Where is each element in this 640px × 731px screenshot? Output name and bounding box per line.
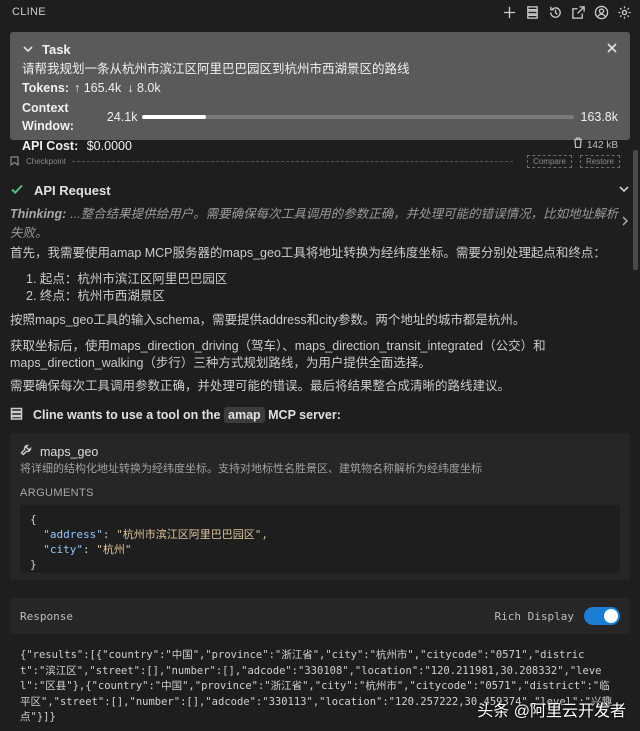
code-value: "杭州市滨江区阿里巴巴园区", — [116, 528, 268, 541]
gear-icon[interactable] — [616, 4, 632, 20]
history-icon[interactable] — [547, 4, 563, 20]
scrollbar[interactable] — [633, 150, 638, 270]
message-paragraph: 首先，我需要使用amap MCP服务器的maps_geo工具将地址转换为经纬度坐… — [10, 246, 606, 260]
context-window-row: Context Window: 24.1k 163.8k — [22, 99, 618, 135]
top-bar: CLINE — [0, 0, 640, 24]
task-header: Task — [42, 41, 71, 57]
message-paragraph: 获取坐标后，使用maps_direction_driving（驾车）、maps_… — [10, 339, 546, 353]
check-icon — [10, 182, 24, 199]
list-item: 2. 终点：杭州市西湖景区 — [26, 289, 165, 303]
app-title: CLINE — [12, 6, 46, 18]
tokens-label: Tokens: — [22, 81, 69, 95]
response-label: Response — [20, 609, 73, 623]
plus-icon[interactable] — [501, 4, 517, 20]
chevron-down-icon[interactable] — [22, 43, 34, 55]
message-paragraph: 需要确保每次工具调用参数正确，并处理可能的错误。最后将结果整合成清晰的路线建议。 — [10, 379, 511, 393]
server-name: amap — [224, 407, 265, 423]
code-line: { — [30, 513, 37, 526]
database-icon[interactable] — [524, 4, 540, 20]
message-paragraph: 按照maps_geo工具的输入schema，需要提供address和city参数… — [10, 313, 526, 327]
watermark: 头条 @阿里云开发者 — [477, 703, 626, 720]
context-label: Context Window: — [22, 101, 74, 133]
api-request-row[interactable]: API Request — [10, 180, 630, 200]
chevron-down-icon[interactable] — [618, 183, 630, 198]
tool-icon — [20, 444, 32, 459]
task-panel: Task 请帮我规划一条从杭州市滨江区阿里巴巴园区到杭州市西湖景区的路线 Tok… — [10, 32, 630, 153]
tool-name: maps_geo — [40, 444, 99, 459]
restore-button[interactable]: Restore — [579, 154, 620, 168]
api-cost-value: $0.0000 — [86, 139, 132, 153]
task-description: 请帮我规划一条从杭州市滨江区阿里巴巴园区到杭州市西湖景区的路线 — [22, 62, 410, 76]
external-link-icon[interactable] — [570, 4, 586, 20]
checkpoint-divider — [72, 160, 514, 162]
compare-button[interactable]: Compare — [527, 154, 572, 168]
code-line: "address": "杭州市滨江区阿里巴巴园区", — [43, 528, 268, 541]
thinking-label: Thinking: — [10, 207, 67, 221]
tokens-out: ↓ 8.0k — [127, 81, 161, 95]
checkpoint-label: Checkpoint — [26, 156, 67, 166]
close-icon[interactable] — [606, 42, 618, 57]
tool-use-suffix: MCP server: — [268, 408, 341, 422]
api-cost-label: API Cost: — [22, 139, 79, 153]
code-value: "杭州" — [96, 543, 132, 556]
code-line: "city": "杭州" — [43, 543, 132, 556]
message-paragraph: maps_direction_walking（步行）三种方式规划路线，为用户提供… — [10, 356, 431, 370]
toggle-knob — [604, 609, 618, 623]
code-key: "city" — [43, 543, 83, 556]
tokens-in: ↑ 165.4k — [74, 81, 122, 95]
bookmark-icon — [10, 156, 20, 167]
server-icon — [10, 407, 23, 423]
context-used: 24.1k — [106, 110, 138, 124]
context-max: 163.8k — [580, 110, 618, 124]
checkpoint-row: Checkpoint Compare Restore — [10, 153, 620, 169]
rich-display-label: Rich Display — [494, 609, 574, 623]
tool-use-prefix: Cline wants to use a tool on the — [33, 408, 221, 422]
arguments-code: { "address": "杭州市滨江区阿里巴巴园区", "city": "杭州… — [20, 505, 620, 573]
arguments-label: ARGUMENTS — [20, 487, 94, 499]
list-item: 1. 起点：杭州市滨江区阿里巴巴园区 — [26, 272, 228, 286]
code-key: "address" — [43, 528, 103, 541]
context-progress-bar — [142, 115, 575, 119]
api-request-label: API Request — [34, 182, 111, 198]
tool-card: maps_geo 将详细的结构化地址转换为经纬度坐标。支持对地标性名胜景区、建筑… — [10, 433, 630, 580]
thinking-row[interactable]: Thinking: ...整合结果提供给用户。需要确保每次工具调用的参数正确，并处… — [10, 207, 630, 240]
toolbar — [501, 4, 632, 20]
chevron-right-icon[interactable] — [620, 215, 630, 229]
account-icon[interactable] — [593, 4, 609, 20]
rich-display-toggle[interactable] — [584, 607, 620, 625]
thinking-text: ...整合结果提供给用户。需要确保每次工具调用的参数正确，并处理可能的错误情况，… — [10, 207, 619, 240]
code-line: } — [30, 558, 37, 571]
context-progress-fill — [142, 115, 206, 119]
tokens-row: Tokens: ↑ 165.4k ↓ 8.0k — [22, 79, 618, 97]
tool-use-header: Cline wants to use a tool on the amap MC… — [10, 406, 341, 424]
tool-description: 将详细的结构化地址转换为经纬度坐标。支持对地标性名胜景区、建筑物名称解析为经纬度… — [20, 463, 482, 475]
